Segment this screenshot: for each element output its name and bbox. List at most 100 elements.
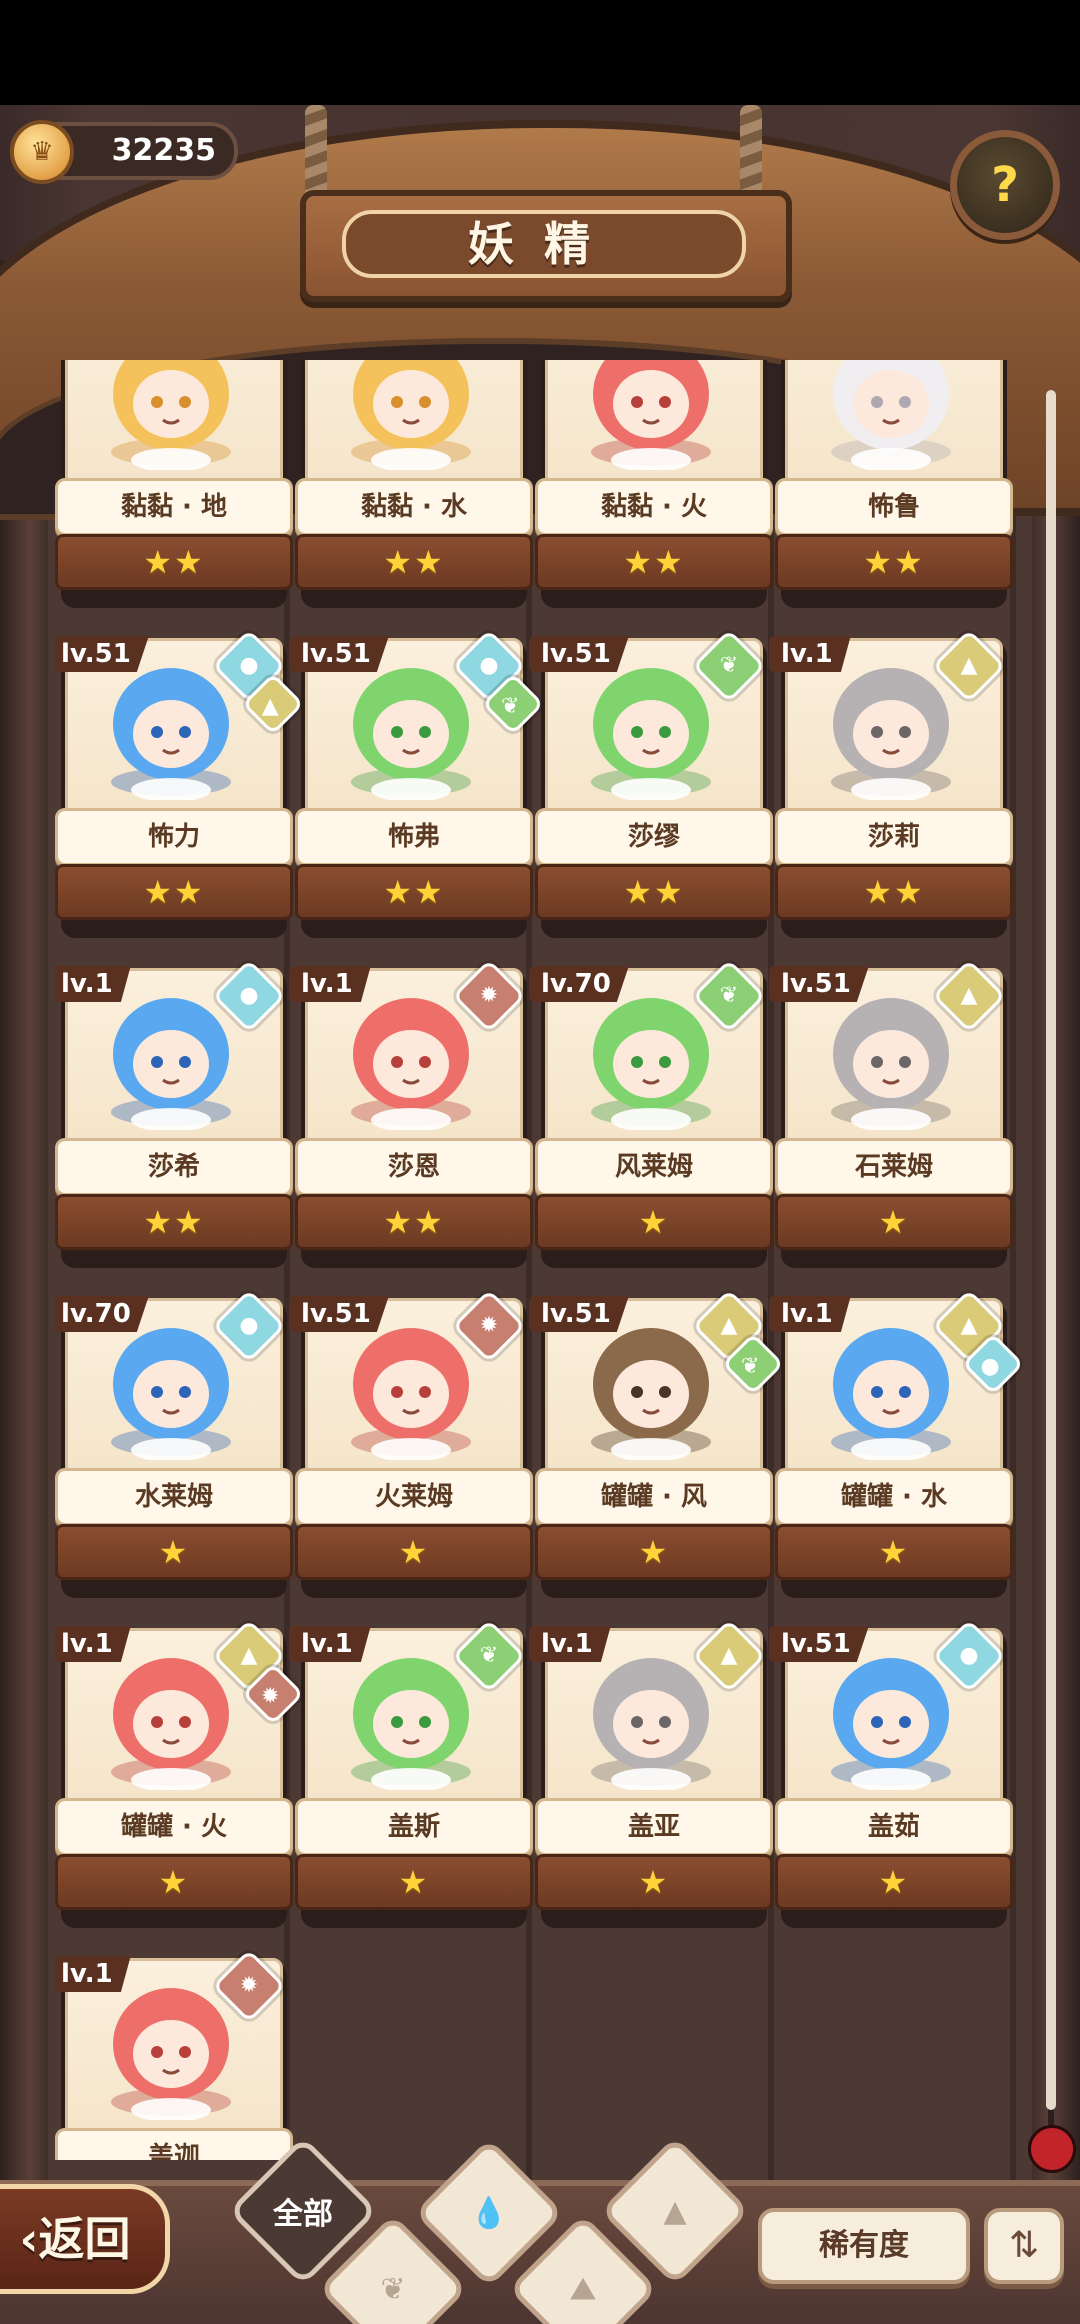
level-badge: lv.70 <box>55 1296 149 1332</box>
fairy-portrait <box>111 360 231 470</box>
card-name-banner: 怖力 <box>55 808 293 866</box>
fairy-portrait <box>831 360 951 470</box>
scrollbar-thumb[interactable] <box>1046 390 1056 2110</box>
level-badge: lv.1 <box>55 1626 131 1662</box>
sort-order-button[interactable]: ⇅ <box>984 2208 1064 2284</box>
card-name-banner: 莎希 <box>55 1138 293 1196</box>
card-name-banner: 怖鲁 <box>775 478 1013 536</box>
fairy-name: 怖鲁 <box>867 492 920 522</box>
fairy-card[interactable]: 风莱姆 ★ lv.70 ❦ <box>529 959 773 1268</box>
coin-amount: 32235 <box>111 133 216 168</box>
fairy-name: 石莱姆 <box>854 1152 933 1182</box>
crown-coin-icon: ♛ <box>10 120 74 184</box>
card-name-banner: 黏黏 · 地 <box>55 478 293 536</box>
star-rating: ★★ <box>55 534 293 590</box>
star-rating: ★ <box>775 1524 1013 1580</box>
level-badge: lv.51 <box>289 636 389 672</box>
fairy-portrait <box>591 360 711 470</box>
level-badge: lv.51 <box>529 1296 629 1332</box>
help-button[interactable]: ? <box>950 130 1060 240</box>
fairy-name: 怖力 <box>147 822 200 852</box>
fairy-card[interactable]: 罐罐 · 水 ★ lv.1 ▲ ● <box>769 1289 1025 1598</box>
rarity-sort-button[interactable]: 稀有度 <box>758 2208 970 2284</box>
card-name-banner: 莎缪 <box>535 808 773 866</box>
star-rating: ★ <box>535 1854 773 1910</box>
card-name-banner: 盖亚 <box>535 1798 773 1856</box>
fairy-card[interactable]: 罐罐 · 火 ★ lv.1 ▲ ✹ <box>55 1619 305 1928</box>
level-badge: lv.1 <box>769 636 851 672</box>
star-rating: ★ <box>775 1854 1013 1910</box>
fairy-card[interactable]: 盖茹 ★ lv.51 ● <box>769 1619 1013 1928</box>
fairy-card[interactable]: 黏黏 · 火 ★★ <box>535 360 773 608</box>
star-rating: ★★ <box>295 864 533 920</box>
level-badge: lv.51 <box>529 636 629 672</box>
fairy-name: 莎希 <box>147 1152 200 1182</box>
back-chevron-icon: ‹ <box>19 2212 39 2266</box>
left-pillar <box>0 260 50 2220</box>
fairy-name: 罐罐 · 水 <box>841 1482 947 1512</box>
level-badge: lv.51 <box>769 966 869 1002</box>
fairy-name: 莎恩 <box>387 1152 440 1182</box>
star-rating: ★ <box>55 1854 293 1910</box>
question-sprout-icon: ? <box>991 157 1019 213</box>
fairy-card[interactable]: 黏黏 · 地 ★★ <box>55 360 293 608</box>
star-rating: ★★ <box>535 864 773 920</box>
star-rating: ★ <box>535 1524 773 1580</box>
star-rating: ★★ <box>775 534 1013 590</box>
fairy-card[interactable]: 盖亚 ★ lv.1 ▲ <box>529 1619 773 1928</box>
level-badge: lv.1 <box>529 1626 611 1662</box>
fairy-name: 黏黏 · 地 <box>121 492 227 522</box>
sprout-icon: ❦ <box>380 2271 406 2307</box>
fairy-card[interactable]: 莎恩 ★★ lv.1 ✹ <box>289 959 533 1268</box>
card-name-banner: 火莱姆 <box>295 1468 533 1526</box>
back-label: 返回 <box>38 2212 131 2266</box>
fairy-card[interactable]: 莎缪 ★★ lv.51 ❦ <box>529 629 773 938</box>
fairy-card[interactable]: 罐罐 · 风 ★ lv.51 ▲ ❦ <box>529 1289 785 1598</box>
status-bar <box>0 0 1080 105</box>
card-name-banner: 罐罐 · 风 <box>535 1468 773 1526</box>
card-name-banner: 怖弗 <box>295 808 533 866</box>
fairy-card[interactable]: 怖鲁 ★★ <box>775 360 1013 608</box>
star-rating: ★★ <box>775 864 1013 920</box>
card-name-banner: 石莱姆 <box>775 1138 1013 1196</box>
title-sign: 妖精 <box>300 190 792 302</box>
level-badge: lv.51 <box>769 1626 869 1662</box>
level-badge: lv.70 <box>529 966 629 1002</box>
fairy-card[interactable]: 火莱姆 ★ lv.51 ✹ <box>289 1289 533 1598</box>
fairy-card[interactable]: 盖斯 ★ lv.1 ❦ <box>289 1619 533 1928</box>
level-badge: lv.1 <box>55 966 131 1002</box>
fairy-name: 风莱姆 <box>614 1152 693 1182</box>
level-badge: lv.51 <box>289 1296 389 1332</box>
ladybug-decoration <box>1028 2125 1076 2173</box>
fairy-card[interactable]: 莎莉 ★★ lv.1 ▲ <box>769 629 1013 938</box>
fairy-name: 盖亚 <box>627 1812 680 1842</box>
fairy-name: 盖斯 <box>387 1812 440 1842</box>
fairy-card[interactable]: 怖弗 ★★ lv.51 ● ❦ <box>289 629 545 938</box>
fairy-portrait <box>351 360 471 470</box>
star-rating: ★★ <box>295 1194 533 1250</box>
fairy-name: 莎莉 <box>867 822 920 852</box>
level-badge: lv.1 <box>289 966 371 1002</box>
back-button[interactable]: ‹返回 <box>0 2184 170 2294</box>
water-drop-icon: 💧 <box>470 2195 508 2231</box>
card-name-banner: 盖茹 <box>775 1798 1013 1856</box>
fairy-card[interactable]: 怖力 ★★ lv.51 ● ▲ <box>55 629 305 938</box>
card-name-banner: 风莱姆 <box>535 1138 773 1196</box>
fairy-card[interactable]: 石莱姆 ★ lv.51 ▲ <box>769 959 1013 1268</box>
star-rating: ★ <box>775 1194 1013 1250</box>
fairy-card[interactable]: 水莱姆 ★ lv.70 ● <box>55 1289 293 1598</box>
fairy-name: 黏黏 · 火 <box>601 492 707 522</box>
volcano-icon: ▲ <box>663 2193 687 2229</box>
fairy-name: 盖迦 <box>147 2142 200 2160</box>
fairy-name: 罐罐 · 火 <box>121 1812 227 1842</box>
fairy-list[interactable]: 黏黏 · 地 ★★ 黏黏 · 水 ★★ 黏黏 · 火 ★★ 怖鲁 ★★ 怖力 ★… <box>55 360 1025 2160</box>
fairy-card[interactable]: 莎希 ★★ lv.1 ● <box>55 959 293 1268</box>
star-rating: ★★ <box>55 864 293 920</box>
fairy-card[interactable]: 黏黏 · 水 ★★ <box>295 360 533 608</box>
star-rating: ★★ <box>295 534 533 590</box>
card-name-banner: 盖迦 <box>55 2128 293 2160</box>
filter-tab-label: 全部 <box>273 2197 333 2232</box>
screen: 妖精 ♛ 32235 ? 黏黏 · 地 ★★ 黏黏 · 水 ★★ 黏黏 · 火 … <box>0 0 1080 2324</box>
fairy-card[interactable]: 盖迦 ★ lv.1✹ <box>55 1949 293 2160</box>
level-badge: lv.1 <box>55 1956 131 1992</box>
